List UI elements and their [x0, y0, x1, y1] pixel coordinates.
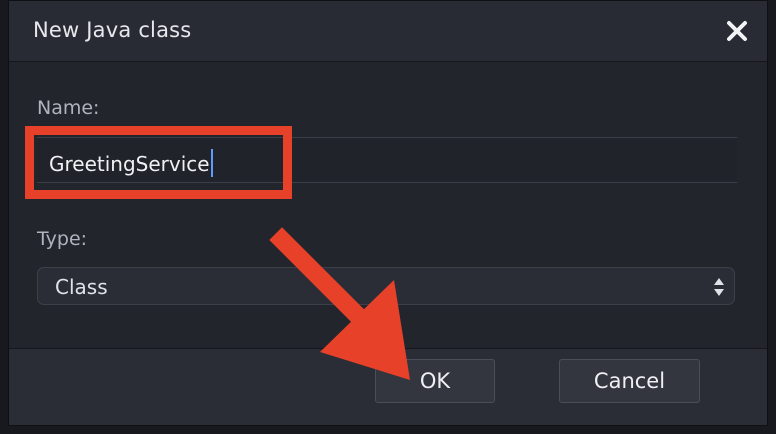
name-input-value: GreetingService — [49, 149, 213, 177]
close-icon — [727, 21, 747, 41]
close-button[interactable] — [719, 13, 755, 49]
name-input[interactable]: GreetingService — [37, 137, 737, 183]
text-caret — [210, 149, 213, 177]
dialog-titlebar: New Java class — [9, 1, 767, 62]
type-select[interactable]: Class — [37, 267, 735, 305]
ok-button[interactable]: OK — [375, 359, 495, 403]
new-java-class-dialog: New Java class Name: GreetingService Typ… — [8, 0, 768, 426]
cancel-button[interactable]: Cancel — [559, 359, 700, 403]
select-arrows-icon — [714, 278, 724, 296]
type-select-value: Class — [55, 275, 108, 299]
dialog-footer: OK Cancel — [9, 348, 767, 425]
type-label: Type: — [37, 228, 88, 250]
name-label: Name: — [37, 97, 100, 119]
dialog-title: New Java class — [33, 18, 192, 42]
